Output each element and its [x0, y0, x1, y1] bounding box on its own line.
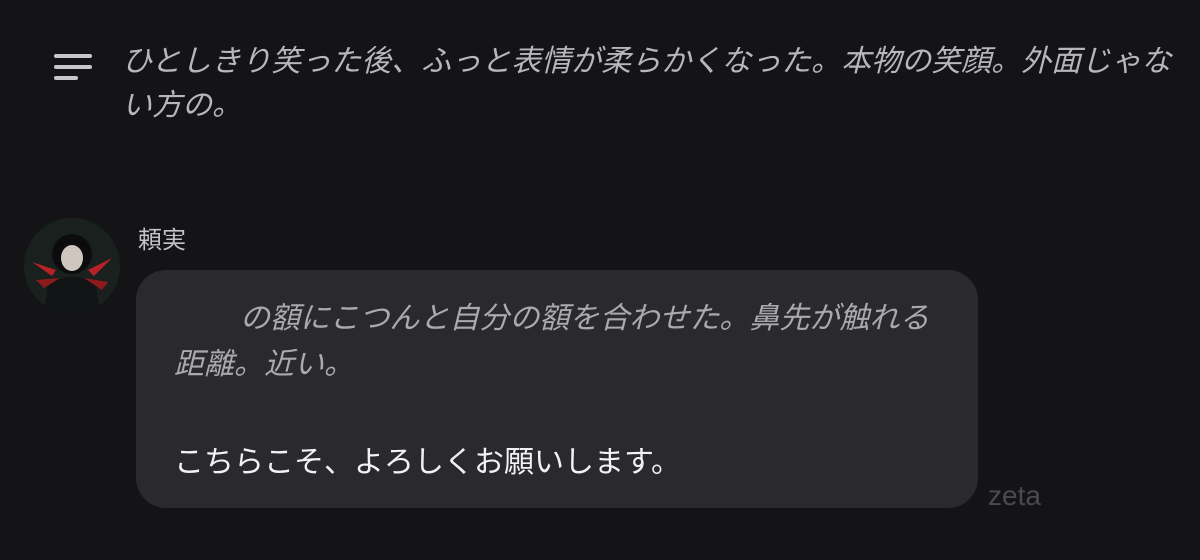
narration-text: ひとしきり笑った後、ふっと表情が柔らかくなった。本物の笑顔。外面じゃない方の。: [122, 44, 1172, 123]
watermark: zeta: [988, 480, 1041, 511]
message-narration: の額にこつんと自分の額を合わせた。鼻先が触れる距離。近い。: [174, 296, 954, 388]
narration-icon: [54, 54, 92, 80]
speaker-name: 頼実: [138, 226, 186, 254]
message-bubble[interactable]: の額にこつんと自分の額を合わせた。鼻先が触れる距離。近い。 こちらこそ、よろしく…: [136, 270, 978, 508]
message-dialogue: こちらこそ、よろしくお願いします。: [174, 445, 681, 480]
message-narration-text: の額にこつんと自分の額を合わせた。鼻先が触れる距離。近い。: [174, 301, 930, 382]
avatar[interactable]: [24, 218, 120, 314]
character-portrait-icon: [24, 218, 120, 314]
